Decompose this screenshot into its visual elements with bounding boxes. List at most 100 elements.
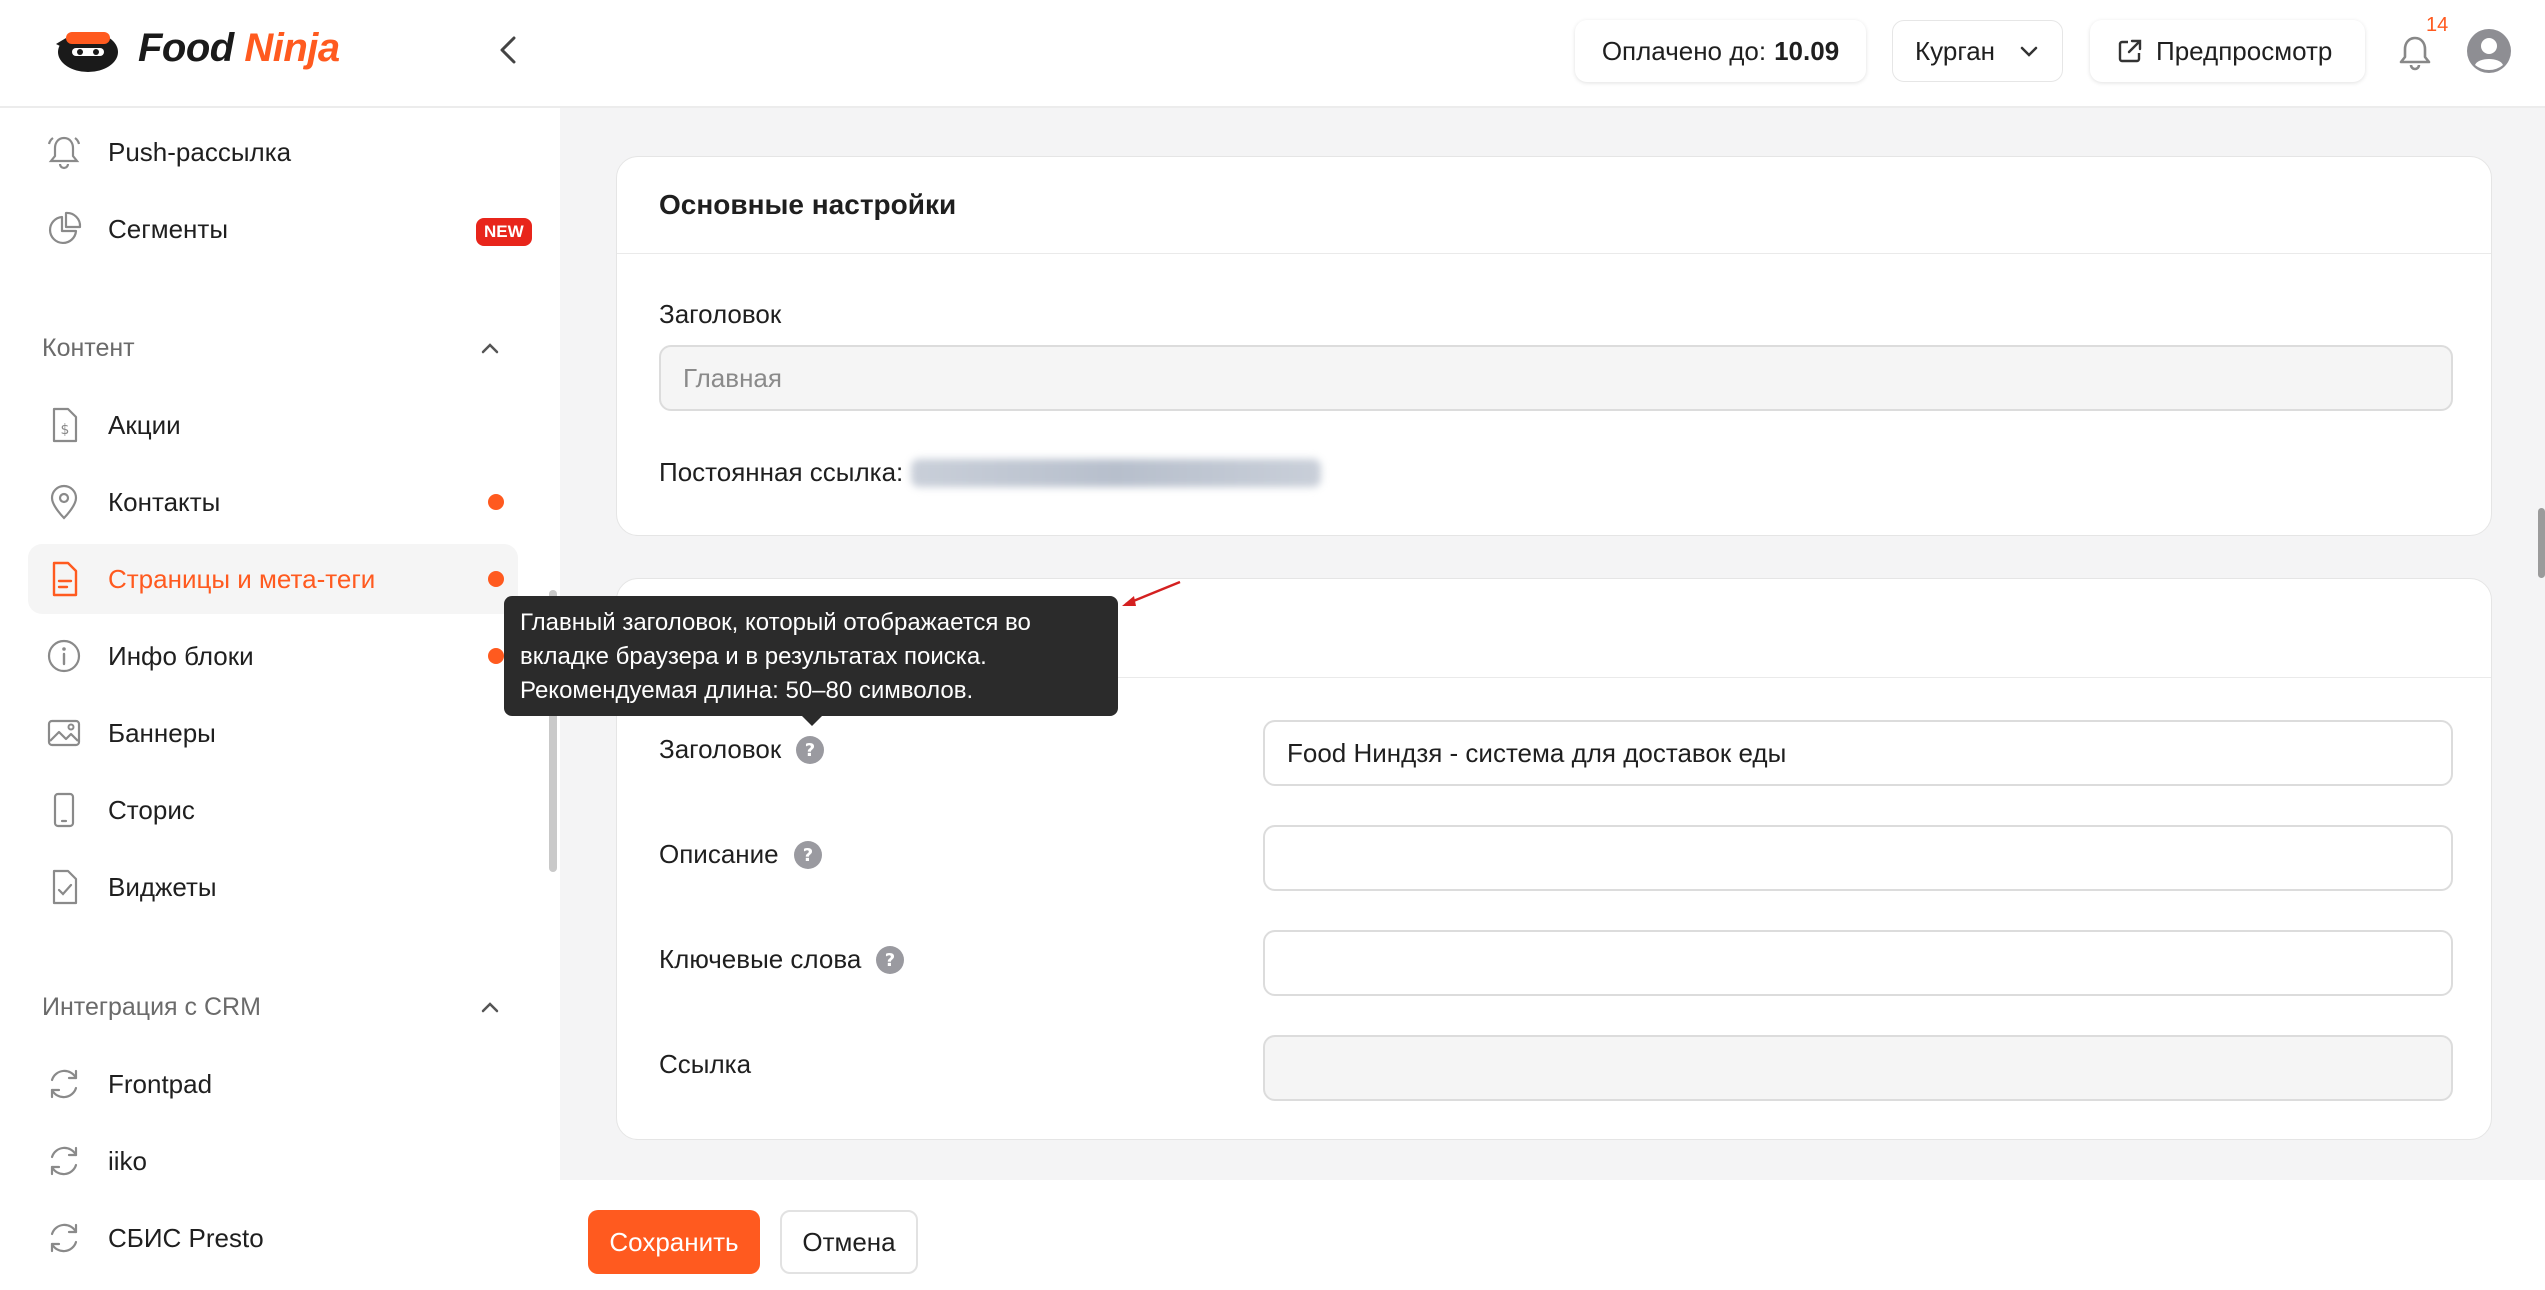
- seo-link-input[interactable]: [1263, 1035, 2453, 1101]
- preview-label: Предпросмотр: [2156, 35, 2333, 66]
- svg-text:?: ?: [805, 740, 815, 761]
- field-label-text: Описание: [659, 839, 779, 869]
- chevron-up-icon: [481, 1001, 499, 1012]
- sidebar-item-label: Frontpad: [108, 1068, 213, 1099]
- seo-keywords-label: Ключевые слова ?: [659, 944, 905, 975]
- city-select-value: Курган: [1915, 35, 1996, 66]
- tooltip-line: вкладке браузера и в результатах поиска.: [520, 643, 987, 670]
- divider: [617, 253, 2491, 254]
- phone-icon: [53, 792, 75, 828]
- paid-until-date: 10.09: [1774, 35, 1840, 66]
- sidebar-item-pages-meta[interactable]: Страницы и мета-теги: [28, 544, 518, 614]
- page-heading-input[interactable]: Главная: [659, 345, 2453, 411]
- permalink-url-blurred[interactable]: [911, 458, 1322, 487]
- sidebar-item-widgets[interactable]: Виджеты: [28, 852, 518, 922]
- tooltip-line: Рекомендуемая длина: 50–80 символов.: [520, 677, 974, 704]
- annotation-arrow-icon: [1122, 580, 1181, 606]
- dollar-document-icon: $: [52, 407, 78, 443]
- sidebar-item-label: Страницы и мета-теги: [108, 563, 376, 594]
- sidebar-item-label: Сторис: [108, 794, 195, 825]
- permalink-row: Постоянная ссылка:: [659, 457, 1322, 488]
- info-icon: [47, 639, 81, 673]
- permalink-label: Постоянная ссылка:: [659, 457, 904, 487]
- page-heading-placeholder: Главная: [683, 362, 782, 393]
- tooltip-pointer: [800, 714, 824, 726]
- page-icon: [52, 561, 78, 597]
- seo-title-input[interactable]: Food Ниндзя - система для доставок еды: [1263, 720, 2453, 786]
- seo-title-label: Заголовок ?: [659, 734, 825, 765]
- field-label-text: Ссылка: [659, 1049, 752, 1079]
- seo-description-label: Описание ?: [659, 839, 823, 870]
- help-icon[interactable]: ?: [795, 735, 825, 765]
- chevron-down-icon: [2020, 46, 2038, 57]
- main-settings-card: Основные настройки Заголовок Главная Пос…: [616, 156, 2492, 536]
- logo-text: Food Ninja: [138, 26, 340, 71]
- seo-title-value: Food Ниндзя - система для доставок еды: [1287, 737, 1787, 768]
- section-title: Интеграция с CRM: [42, 993, 261, 1021]
- collapse-sidebar-button[interactable]: [490, 30, 530, 70]
- location-pin-icon: [50, 484, 78, 520]
- sidebar-item-label: Push-рассылка: [108, 136, 292, 167]
- user-icon: [2467, 29, 2511, 73]
- field-label-text: Заголовок: [659, 734, 782, 764]
- new-badge: NEW: [476, 218, 532, 246]
- notification-count: 14: [2426, 14, 2449, 36]
- unread-dot: [488, 648, 504, 664]
- seo-link-label: Ссылка: [659, 1049, 751, 1080]
- svg-text:?: ?: [802, 845, 812, 866]
- sidebar-item-label: Инфо блоки: [108, 640, 254, 671]
- preview-button[interactable]: Предпросмотр: [2090, 20, 2365, 82]
- paid-until-label: Оплачено до:: [1601, 35, 1767, 66]
- check-document-icon: [52, 869, 78, 905]
- ninja-logo-icon: [56, 32, 118, 72]
- sidebar-item-segments[interactable]: Сегменты NEW: [28, 194, 532, 264]
- sidebar-item-banners[interactable]: Баннеры: [28, 698, 518, 768]
- sidebar-item-contacts[interactable]: Контакты: [28, 467, 518, 537]
- sidebar-item-label: Сегменты: [108, 213, 229, 244]
- sidebar-item-label: Акции: [108, 409, 181, 440]
- paid-until-badge: Оплачено до: 10.09: [1575, 20, 1866, 82]
- chevron-left-icon: [500, 36, 516, 64]
- save-button[interactable]: Сохранить: [588, 1210, 760, 1274]
- logo[interactable]: Food Ninja: [52, 22, 340, 74]
- top-header: Food Ninja Оплачено до: 10.09 Курган Пре…: [0, 0, 2545, 108]
- bell-icon: [47, 136, 81, 170]
- sidebar-item-label: iiko: [108, 1145, 148, 1176]
- help-icon[interactable]: ?: [793, 840, 823, 870]
- sync-icon: [50, 1069, 78, 1099]
- page-scrollbar[interactable]: [2538, 508, 2545, 578]
- sidebar-item-label: Виджеты: [108, 871, 217, 902]
- logo-word-food: Food: [138, 25, 234, 70]
- section-title: Контент: [42, 334, 135, 362]
- unread-dot: [488, 571, 504, 587]
- unread-dot: [488, 494, 504, 510]
- city-select[interactable]: Курган: [1892, 20, 2063, 82]
- sidebar-item-frontpad[interactable]: Frontpad: [28, 1049, 518, 1119]
- help-icon[interactable]: ?: [875, 945, 905, 975]
- logo-word-ninja: Ninja: [244, 25, 340, 70]
- external-link-icon: [2118, 39, 2142, 63]
- field-label-text: Ключевые слова: [659, 944, 862, 974]
- svg-text:?: ?: [885, 950, 895, 971]
- chevron-up-icon: [481, 342, 499, 353]
- section-crm-toggle[interactable]: Интеграция с CRM: [42, 993, 502, 1022]
- sidebar-item-info-blocks[interactable]: Инфо блоки: [28, 621, 518, 691]
- user-avatar[interactable]: [2466, 28, 2512, 74]
- cancel-button[interactable]: Отмена: [780, 1210, 918, 1274]
- help-tooltip: Главный заголовок, который отображается …: [504, 596, 1118, 716]
- sidebar-item-label: Контакты: [108, 486, 221, 517]
- seo-keywords-input[interactable]: [1263, 930, 2453, 996]
- sidebar-item-iiko[interactable]: iiko: [28, 1126, 518, 1196]
- sidebar-item-label: Баннеры: [108, 717, 216, 748]
- svg-text:$: $: [61, 422, 70, 438]
- sidebar-item-label: СБИС Presto: [108, 1222, 264, 1253]
- sidebar-item-promotions[interactable]: $ Акции: [28, 390, 518, 460]
- card-title: Основные настройки: [659, 189, 957, 220]
- heading-label: Заголовок: [659, 299, 782, 329]
- image-icon: [47, 719, 81, 747]
- sidebar-item-stories[interactable]: Сторис: [28, 775, 518, 845]
- sidebar-item-sbis-presto[interactable]: СБИС Presto: [28, 1203, 518, 1273]
- seo-description-input[interactable]: [1263, 825, 2453, 891]
- sidebar-item-push[interactable]: Push-рассылка: [28, 117, 518, 187]
- section-content-toggle[interactable]: Контент: [42, 334, 502, 363]
